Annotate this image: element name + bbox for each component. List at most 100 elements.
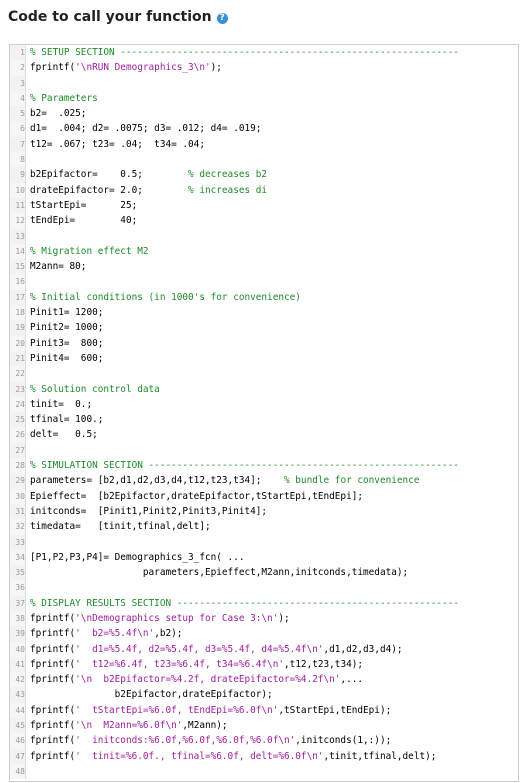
code-string: ' tStartEpi=%6.0f, tEndEpi=%6.0f\n' (75, 704, 279, 716)
code-text: fprintf( (30, 612, 76, 624)
code-line: 17 % Initial conditions (in 1000's for co… (10, 289, 518, 306)
code-text: fprintf( (30, 750, 76, 762)
line-text: initconds= [Pinit1,Pinit2,Pinit3,Pinit4]… (30, 504, 267, 519)
line-text: b2= .025; (30, 106, 86, 121)
line-number: 34 (10, 549, 26, 566)
code-text: fprintf( (30, 62, 76, 74)
line-number: 5 (10, 106, 26, 122)
line-number: 31 (10, 503, 26, 520)
code-text: fprintf( (30, 628, 76, 640)
code-text: tinit= 0.; (30, 398, 93, 410)
code-line: 12 tEndEpi= 40; (10, 213, 518, 229)
line-number: 10 (10, 182, 26, 198)
section-title: Code to call your function (8, 9, 212, 25)
code-text: initconds= [Pinit1,Pinit2,Pinit3,Pinit4]… (30, 505, 268, 517)
line-text: Pinit3= 800; (30, 336, 103, 351)
code-text: drateEpifactor= 2.0; (30, 184, 189, 196)
line-text: tfinal= 100.; (30, 412, 103, 427)
line-text: fprintf('\nDemographics setup for Case 3… (30, 611, 290, 626)
code-text: d1= .004; d2= .0075; d3= .012; d4= .019; (30, 123, 262, 135)
line-number: 36 (10, 580, 26, 596)
code-lines: 1 % SETUP SECTION -----------------------… (10, 45, 518, 780)
line-text: tEndEpi= 40; (30, 213, 137, 228)
code-text: tStartEpi= 25; (30, 199, 138, 211)
line-text: fprintf(' tStartEpi=%6.0f, tEndEpi=%6.0f… (30, 703, 391, 718)
line-number: 16 (10, 274, 26, 290)
code-line: 24 tinit= 0.; (10, 396, 518, 413)
code-comment: % SETUP SECTION ------------------------… (30, 47, 459, 58)
code-string: ' tinit=%6.0f., tfinal=%6.0f, delt=%6.0f… (75, 750, 324, 762)
line-number: 3 (10, 75, 26, 91)
line-text: % DISPLAY RESULTS SECTION --------------… (30, 596, 459, 611)
code-text: fprintf( (30, 735, 76, 747)
line-number: 41 (10, 656, 26, 673)
code-line: 45 fprintf('\n M2ann=%6.0f\n',M2ann); (10, 718, 518, 734)
line-number: 1 (10, 45, 26, 61)
code-text: ); (278, 612, 290, 624)
line-number: 14 (10, 243, 26, 260)
line-text: fprintf(' b2=%5.4f\n',b2); (30, 626, 182, 641)
code-text: [P1,P2,P3,P4]= Demographics_3_fcn( ... (30, 551, 245, 563)
code-line: 16 (10, 274, 518, 290)
code-line: 2 fprintf('\nRUN Demographics_3\n'); (10, 60, 518, 76)
code-text: parameters,Epieffect,M2ann,initconds,tim… (30, 567, 409, 579)
code-string: '\n M2ann=%6.0f\n' (75, 720, 183, 732)
code-comment: % SIMULATION SECTION -------------------… (30, 460, 459, 472)
code-comment: % decreases b2 (188, 169, 268, 181)
code-text: timedata= [tinit,tfinal,delt]; (30, 521, 211, 533)
section-header: Code to call your function ? (8, 6, 228, 28)
line-number: 47 (10, 748, 26, 764)
code-comment: % Solution control data (30, 383, 160, 395)
line-number: 13 (10, 228, 26, 244)
code-text: tEndEpi= 40; (30, 215, 138, 227)
line-number: 9 (10, 167, 26, 183)
line-text: delt= 0.5; (30, 427, 98, 442)
code-line: 37 % DISPLAY RESULTS SECTION ------------… (10, 595, 518, 611)
code-line: 44 fprintf(' tStartEpi=%6.0f, tEndEpi=%6.… (10, 702, 518, 719)
line-text: t12= .067; t23= .04; t34= .04; (30, 137, 205, 152)
code-text: ,tStartEpi,tEndEpi); (278, 704, 392, 716)
code-line: 21 Pinit4= 600; (10, 350, 518, 367)
code-text: fprintf( (30, 720, 76, 732)
line-number: 30 (10, 488, 26, 504)
code-line: 3 (10, 75, 518, 91)
line-number: 11 (10, 197, 26, 214)
code-text: b2Epifactor,drateEpifactor); (30, 689, 273, 701)
line-number: 19 (10, 320, 26, 336)
line-number: 33 (10, 534, 26, 550)
line-text: % SETUP SECTION ------------------------… (30, 45, 459, 60)
code-line: 33 (10, 534, 518, 550)
line-text: b2Epifactor= 0.5; % decreases b2 (30, 167, 267, 182)
line-text: % SIMULATION SECTION -------------------… (30, 458, 459, 473)
line-number: 20 (10, 335, 26, 351)
line-number: 2 (10, 60, 26, 76)
code-line: 18 Pinit1= 1200; (10, 305, 518, 321)
code-line: 23 % Solution control data (10, 381, 518, 397)
code-string: ' d1=%5.4f, d2=%5.4f, d3=%5.4f, d4=%5.4f… (75, 643, 324, 655)
line-number: 22 (10, 366, 26, 382)
code-string: '\nRUN Demographics_3\n' (75, 62, 211, 74)
code-text: M2ann= 80; (30, 261, 87, 273)
code-comment: % DISPLAY RESULTS SECTION --------------… (30, 597, 459, 609)
code-text: tfinal= 100.; (30, 414, 104, 426)
code-string: '\nDemographics setup for Case 3:\n' (75, 612, 279, 624)
code-comment: % Migration effect M2 (30, 245, 149, 257)
line-text: Pinit1= 1200; (30, 305, 103, 320)
code-editor[interactable]: 1 % SETUP SECTION -----------------------… (9, 44, 519, 782)
line-text: % Parameters (30, 91, 98, 106)
line-number: 23 (10, 381, 26, 397)
line-text: % Migration effect M2 (30, 244, 149, 259)
code-line: 43 b2Epifactor,drateEpifactor); (10, 687, 518, 703)
code-line: 36 (10, 580, 518, 596)
code-text: t12= .067; t23= .04; t34= .04; (30, 138, 205, 150)
code-text: Pinit1= 1200; (30, 307, 104, 319)
code-line: 27 (10, 442, 518, 459)
code-text: ,b2); (154, 628, 183, 640)
help-icon[interactable]: ? (216, 12, 228, 24)
code-line: 38 fprintf('\nDemographics setup for Case… (10, 610, 518, 627)
line-number: 24 (10, 396, 26, 413)
code-line: 15 M2ann= 80; (10, 259, 518, 275)
code-line: 41 fprintf(' t12=%6.4f, t23=%6.4f, t34=%6… (10, 656, 518, 673)
code-text: Epieffect= [b2Epifactor,drateEpifactor,t… (30, 490, 364, 502)
code-line: 22 (10, 366, 518, 382)
